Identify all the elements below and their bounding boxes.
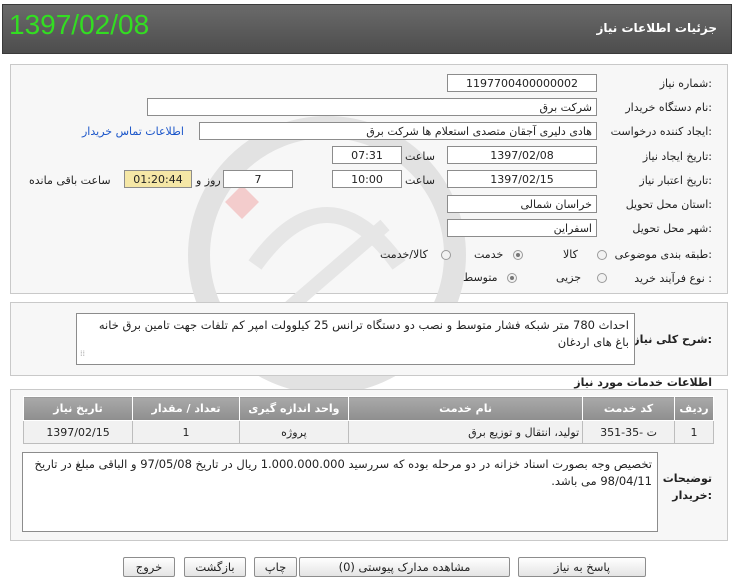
category-option-service: خدمت [474, 248, 504, 261]
description-content: احداث 780 متر شبکه فشار متوسط و نصب دو د… [98, 318, 629, 349]
category-radio-goods[interactable] [597, 250, 607, 260]
header-date: 1397/02/08 [9, 9, 150, 40]
created-date-field[interactable]: 1397/02/08 [447, 146, 597, 164]
process-radio-medium[interactable] [507, 273, 517, 283]
print-button[interactable]: چاپ [254, 557, 297, 577]
table-row[interactable]: 1 ت -35-351 تولید، انتقال و توزیع برق پر… [22, 420, 715, 444]
buyer-notes-content: تخصیص وجه بصورت اسناد خزانه در دو مرحله … [34, 457, 652, 488]
page-header: 1397/02/08 جزئیات اطلاعات نیاز [2, 4, 732, 54]
requester-label: ایجاد کننده درخواست: [610, 125, 712, 138]
remaining-time-field: 01:20:44 [124, 170, 192, 188]
col-service-name: نام خدمت [347, 396, 584, 421]
buyer-org-label: نام دستگاه خریدار: [625, 101, 712, 114]
services-table: ردیف کد خدمت نام خدمت واحد اندازه گیری ت… [22, 396, 715, 444]
days-label: روز و [196, 174, 221, 187]
resize-grip-icon[interactable]: ⁞⁞ [80, 345, 85, 362]
category-radio-goods-service[interactable] [441, 250, 451, 260]
category-radio-service[interactable] [513, 250, 523, 260]
page-title: جزئیات اطلاعات نیاز [596, 21, 717, 35]
created-label: تاریخ ایجاد نیاز: [642, 150, 712, 163]
province-field[interactable]: خراسان شمالی [447, 195, 597, 213]
created-time-label: ساعت [405, 150, 435, 163]
remaining-label: ساعت باقی مانده [29, 174, 111, 187]
buyer-notes-label: توضیحات خریدار: [662, 472, 712, 502]
cell-service-name: تولید، انتقال و توزیع برق [347, 420, 584, 444]
process-option-minor: جزیی [556, 271, 582, 284]
reply-button[interactable]: پاسخ به نیاز [518, 557, 646, 577]
validity-date-field[interactable]: 1397/02/15 [447, 170, 597, 188]
cell-quantity: 1 [132, 420, 240, 444]
process-radio-minor[interactable] [597, 273, 607, 283]
buyer-org-field[interactable]: شرکت برق [147, 98, 597, 116]
need-number-label: شماره نیاز: [659, 77, 712, 90]
cell-row-number: 1 [673, 420, 715, 444]
col-need-date: تاریخ نیاز [22, 396, 134, 421]
province-label: استان محل تحویل: [625, 198, 712, 211]
col-unit: واحد اندازه گیری [238, 396, 349, 421]
validity-time-label: ساعت [405, 174, 435, 187]
buyer-notes-text[interactable]: تخصیص وجه بصورت اسناد خزانه در دو مرحله … [22, 452, 658, 532]
need-number-field[interactable]: 1197700400000002 [447, 74, 597, 92]
requester-field[interactable]: هادی دلیری آجقان متصدی استعلام ها شرکت ب… [199, 122, 597, 140]
table-header-row: ردیف کد خدمت نام خدمت واحد اندازه گیری ت… [22, 396, 715, 421]
process-label: نوع فرآیند خرید : [634, 272, 712, 285]
category-option-goods: کالا [563, 248, 578, 261]
process-option-medium: متوسط [463, 271, 498, 284]
description-label: شرح کلی نیاز: [633, 333, 712, 346]
description-text[interactable]: احداث 780 متر شبکه فشار متوسط و نصب دو د… [76, 313, 635, 365]
buyer-contact-link[interactable]: اطلاعات تماس خریدار [82, 125, 184, 138]
validity-label: تاریخ اعتبار نیاز: [639, 174, 712, 187]
cell-unit: پروژه [238, 420, 349, 444]
city-label: شهر محل تحویل: [632, 222, 712, 235]
col-row-number: ردیف [673, 396, 715, 421]
category-option-goods-service: کالا/خدمت [380, 248, 428, 261]
validity-time-field[interactable]: 10:00 [332, 170, 402, 188]
attachments-button[interactable]: مشاهده مدارک پیوستی (0) [299, 557, 510, 577]
remaining-days-field[interactable]: 7 [223, 170, 293, 188]
back-button[interactable]: بازگشت [184, 557, 246, 577]
city-field[interactable]: اسفراین [447, 219, 597, 237]
services-title: اطلاعات خدمات مورد نیاز [574, 376, 712, 389]
cell-service-code: ت -35-351 [582, 420, 675, 444]
col-quantity: تعداد / مقدار [132, 396, 240, 421]
cell-need-date: 1397/02/15 [22, 420, 134, 444]
exit-button[interactable]: خروج [123, 557, 175, 577]
created-time-field[interactable]: 07:31 [332, 146, 402, 164]
category-label: طبقه بندی موضوعی: [614, 248, 712, 261]
col-service-code: کد خدمت [582, 396, 675, 421]
